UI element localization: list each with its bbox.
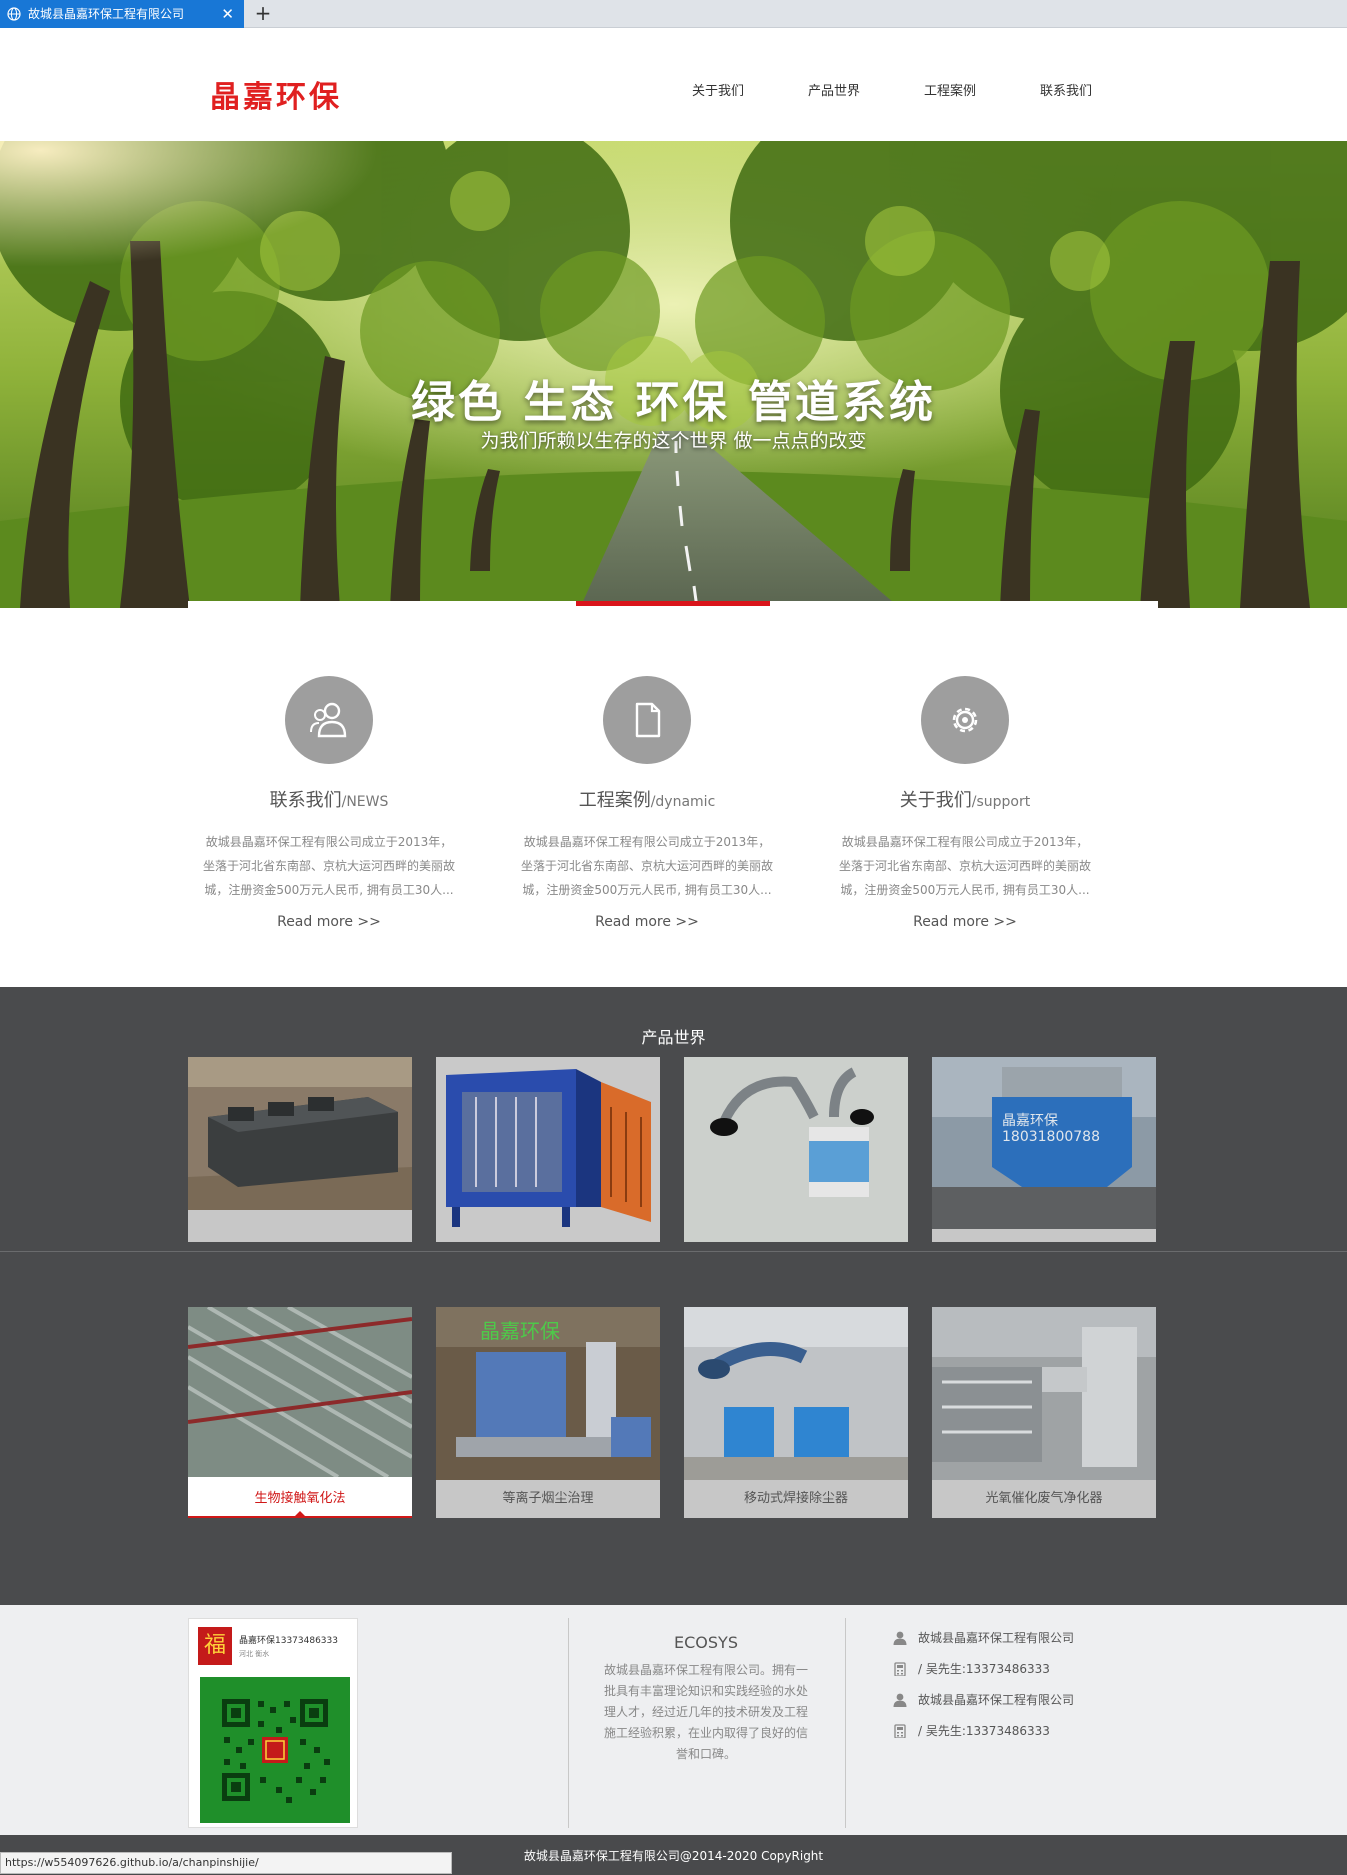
product-card[interactable] <box>684 1057 908 1242</box>
product-image <box>932 1307 1156 1480</box>
footer-divider <box>568 1618 569 1828</box>
product-card[interactable]: 晶嘉环保 18031800788 <box>932 1057 1156 1242</box>
company-intro: ECOSYS 故城县晶嘉环保工程有限公司。拥有一批具有丰富理论知识和实践经验的水… <box>600 1633 812 1765</box>
product-image <box>188 1057 412 1210</box>
footer-divider <box>845 1618 846 1828</box>
hero-title: 绿色 生态 环保 管道系统 <box>411 377 936 428</box>
product-card[interactable]: 移动式焊接除尘器 <box>684 1307 908 1518</box>
feature-icon-circle[interactable] <box>285 676 373 764</box>
section-divider <box>0 1251 1347 1252</box>
site-logo[interactable]: 晶嘉环保 <box>210 72 342 116</box>
product-section: 产品世界 晶嘉环保 18031800788 生物接触氧化法 晶嘉环保 等离子烟尘… <box>0 987 1347 1605</box>
feature-contact: 联系我们/NEWS 故城县晶嘉环保工程有限公司成立于2013年，坐落于河北省东南… <box>194 660 464 930</box>
document-icon <box>635 702 661 738</box>
product-card[interactable]: 光氧催化废气净化器 <box>932 1307 1156 1518</box>
nav-about[interactable]: 关于我们 <box>660 80 776 99</box>
slider-active-bar[interactable] <box>576 601 770 606</box>
nav-cases[interactable]: 工程案例 <box>892 80 1008 99</box>
globe-icon <box>7 7 21 21</box>
contact-list: 故城县晶嘉环保工程有限公司 / 吴先生:13373486333 故城县晶嘉环保工… <box>893 1627 1074 1751</box>
image-watermark: 晶嘉环保 18031800788 <box>1002 1113 1100 1145</box>
product-image <box>188 1307 412 1477</box>
nav-products[interactable]: 产品世界 <box>776 80 892 99</box>
site-footer: 福 晶嘉环保13373486333 河北 衡水 ECOSYS 故城县晶嘉环保工程… <box>0 1605 1347 1835</box>
read-more-link[interactable]: Read more >> <box>512 914 782 930</box>
wechat-avatar: 福 <box>198 1627 232 1665</box>
image-watermark: 晶嘉环保 <box>480 1319 560 1343</box>
product-image <box>684 1057 908 1242</box>
hero-subtitle: 为我们所赖以生存的这个世界 做一点点的改变 <box>480 430 867 452</box>
hero-banner: 绿色 生态 环保 管道系统 为我们所赖以生存的这个世界 做一点点的改变 <box>0 141 1347 608</box>
feature-title: 关于我们/support <box>899 790 1031 811</box>
feature-cases: 工程案例/dynamic 故城县晶嘉环保工程有限公司成立于2013年，坐落于河北… <box>512 660 782 930</box>
qr-account-name: 晶嘉环保13373486333 <box>239 1636 338 1646</box>
contact-phone: / 吴先生:13373486333 <box>893 1720 1074 1751</box>
site-header: 晶嘉环保 关于我们 产品世界 工程案例 联系我们 <box>0 28 1347 141</box>
section-title: 产品世界 <box>641 1028 706 1047</box>
nav-contact[interactable]: 联系我们 <box>1008 80 1124 99</box>
product-card[interactable]: 晶嘉环保 等离子烟尘治理 <box>436 1307 660 1518</box>
intro-title: ECOSYS <box>674 1633 738 1652</box>
main-nav: 关于我们 产品世界 工程案例 联系我们 <box>660 80 1124 99</box>
wechat-qr-card: 福 晶嘉环保13373486333 河北 衡水 <box>188 1618 358 1828</box>
product-image <box>436 1057 660 1242</box>
qr-code <box>200 1677 350 1823</box>
feature-text: 故城县晶嘉环保工程有限公司成立于2013年，坐落于河北省东南部、京杭大运河西畔的… <box>838 835 1091 897</box>
feature-title: 工程案例/dynamic <box>578 790 716 811</box>
product-image: 晶嘉环保 18031800788 <box>932 1057 1156 1229</box>
product-caption: 生物接触氧化法 <box>188 1480 412 1518</box>
close-icon[interactable]: ✕ <box>221 0 234 28</box>
contact-company: 故城县晶嘉环保工程有限公司 <box>893 1689 1074 1720</box>
product-image <box>684 1307 908 1480</box>
qr-location: 河北 衡水 <box>239 1650 270 1658</box>
contact-company: 故城县晶嘉环保工程有限公司 <box>893 1627 1074 1658</box>
feature-icon-circle[interactable] <box>603 676 691 764</box>
feature-about: 关于我们/support 故城县晶嘉环保工程有限公司成立于2013年，坐落于河北… <box>830 660 1100 930</box>
person-icon <box>893 1693 907 1707</box>
intro-text: 故城县晶嘉环保工程有限公司。拥有一批具有丰富理论知识和实践经验的水处理人才，经过… <box>603 1663 808 1761</box>
product-image: 晶嘉环保 <box>436 1307 660 1480</box>
users-icon <box>310 702 347 738</box>
product-card[interactable] <box>188 1057 412 1242</box>
product-card[interactable] <box>436 1057 660 1242</box>
contact-phone: / 吴先生:13373486333 <box>893 1658 1074 1689</box>
product-caption: 光氧催化废气净化器 <box>985 1491 1103 1506</box>
slider-indicator <box>188 601 1158 611</box>
product-caption: 等离子烟尘治理 <box>502 1491 594 1506</box>
read-more-link[interactable]: Read more >> <box>194 914 464 930</box>
phone-icon <box>894 1662 906 1676</box>
browser-tab-bar: 故城县晶嘉环保工程有限公司 ✕ + <box>0 0 1347 28</box>
tab-title: 故城县晶嘉环保工程有限公司 <box>28 7 185 21</box>
feature-title: 联系我们/NEWS <box>269 790 389 811</box>
product-card-active[interactable]: 生物接触氧化法 <box>188 1307 412 1518</box>
person-icon <box>893 1631 907 1645</box>
gear-icon <box>952 707 978 733</box>
new-tab-button[interactable]: + <box>252 0 274 28</box>
feature-section: 联系我们/NEWS 故城县晶嘉环保工程有限公司成立于2013年，坐落于河北省东南… <box>188 660 1158 960</box>
read-more-link[interactable]: Read more >> <box>830 914 1100 930</box>
feature-icon-circle[interactable] <box>921 676 1009 764</box>
status-bar-url: https://w554097626.github.io/a/chanpinsh… <box>0 1852 452 1874</box>
feature-text: 故城县晶嘉环保工程有限公司成立于2013年，坐落于河北省东南部、京杭大运河西畔的… <box>202 835 455 897</box>
browser-tab[interactable]: 故城县晶嘉环保工程有限公司 ✕ <box>0 0 244 28</box>
feature-text: 故城县晶嘉环保工程有限公司成立于2013年，坐落于河北省东南部、京杭大运河西畔的… <box>520 835 773 897</box>
product-caption: 移动式焊接除尘器 <box>743 1491 848 1506</box>
phone-icon <box>894 1724 906 1738</box>
